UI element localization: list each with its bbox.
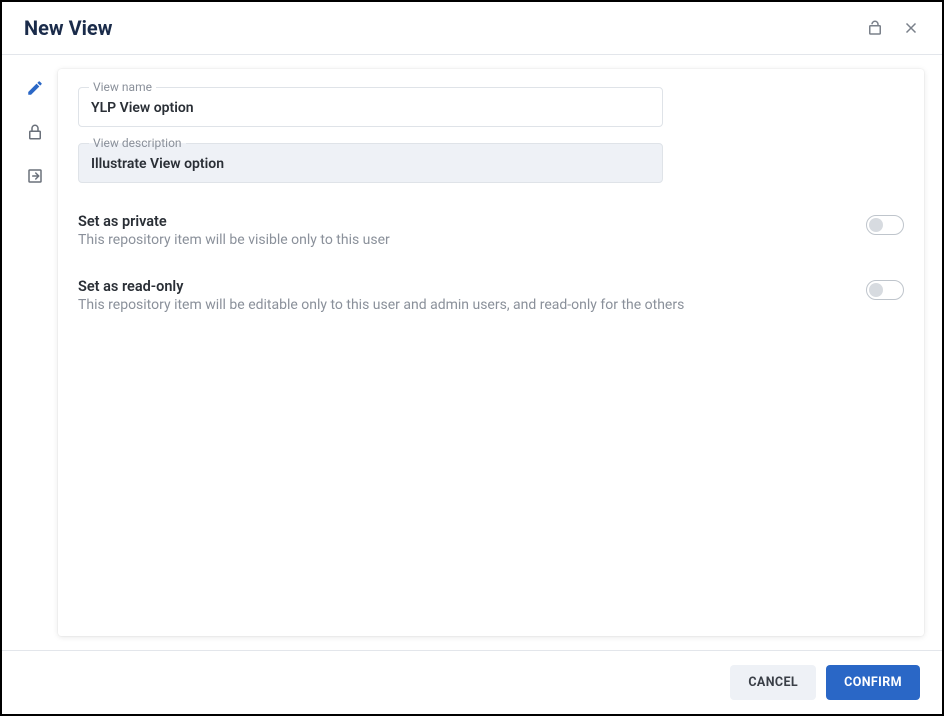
import-icon[interactable] <box>26 167 44 185</box>
private-title: Set as private <box>78 213 390 230</box>
private-setting: Set as private This repository item will… <box>78 213 904 248</box>
sidebar <box>12 69 58 636</box>
dialog-title: New View <box>24 16 112 40</box>
toggle-knob <box>869 283 883 297</box>
readonly-description: This repository item will be editable on… <box>78 297 684 313</box>
view-description-label: View description <box>89 136 186 150</box>
toggle-knob <box>869 218 883 232</box>
confirm-button[interactable]: CONFIRM <box>826 665 920 700</box>
unlock-icon[interactable] <box>866 19 884 37</box>
private-toggle[interactable] <box>866 215 904 235</box>
view-name-input[interactable] <box>91 88 650 126</box>
close-icon[interactable] <box>902 19 920 37</box>
main-panel: View name View description Set as privat… <box>58 69 924 636</box>
view-description-field[interactable]: View description <box>78 143 663 183</box>
edit-icon[interactable] <box>26 79 44 97</box>
dialog-body: View name View description Set as privat… <box>2 55 942 650</box>
header-icons <box>866 19 920 37</box>
readonly-toggle[interactable] <box>866 280 904 300</box>
readonly-setting: Set as read-only This repository item wi… <box>78 278 904 313</box>
cancel-button[interactable]: CANCEL <box>730 665 816 700</box>
view-name-label: View name <box>89 80 156 94</box>
readonly-title: Set as read-only <box>78 278 684 295</box>
view-name-field[interactable]: View name <box>78 87 663 127</box>
lock-icon[interactable] <box>26 123 44 141</box>
dialog-header: New View <box>2 2 942 55</box>
private-description: This repository item will be visible onl… <box>78 232 390 248</box>
dialog-footer: CANCEL CONFIRM <box>2 650 942 714</box>
